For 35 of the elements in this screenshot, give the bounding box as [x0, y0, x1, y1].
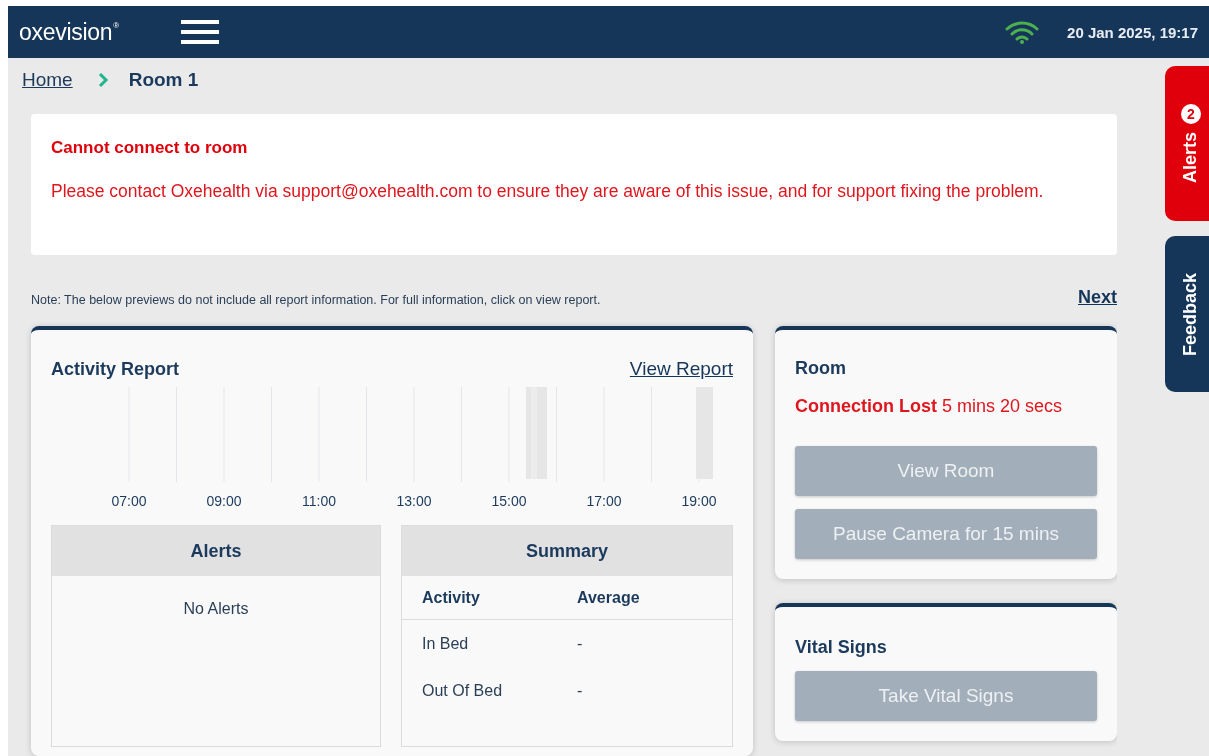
- note-text: Note: The below previews do not include all report information. For full information, click on view report.: [31, 293, 601, 308]
- table-cell-text: -: [577, 634, 584, 653]
- connection-status: Connection Lost 5 mins 20 secs: [795, 396, 1064, 417]
- panel-header: Summary: [402, 526, 732, 576]
- axis-label: 11:00: [302, 493, 336, 509]
- card-title: Activity Report: [51, 358, 180, 380]
- table-cell-text: In Bed: [422, 634, 470, 653]
- axis-label: 13:00: [396, 493, 432, 509]
- axis-label: 19:00: [681, 493, 717, 509]
- card-title: Vital Signs: [795, 637, 888, 658]
- breadcrumb-current: Room 1: [128, 69, 199, 92]
- chevron-icon: [96, 72, 109, 89]
- column-header: Average: [577, 588, 641, 607]
- date-time: 20 Jan 2025, 19:17: [1067, 23, 1198, 41]
- error-message: Please contact Oxehealth via support@oxehealth.com to ensure they are aware of this issue, and for support fixing the problem.: [51, 179, 1045, 203]
- axis-label: 07:00: [111, 493, 147, 509]
- empty-message: No Alerts: [182, 599, 250, 619]
- card-title: Room: [795, 358, 847, 379]
- view-report-link[interactable]: View Report: [629, 358, 733, 380]
- axis-label: 09:00: [206, 493, 242, 509]
- feedback-tab[interactable]: Feedback: [1165, 236, 1209, 392]
- wifi-icon: [1005, 20, 1040, 44]
- menu-icon[interactable]: [181, 20, 219, 44]
- column-header: Activity: [422, 588, 481, 607]
- table-cell-text: Out Of Bed: [422, 681, 504, 700]
- logo[interactable]: oxevision$^{®}$: [19, 18, 119, 45]
- axis-label: 15:00: [491, 493, 527, 509]
- breadcrumb-link[interactable]: Home: [22, 69, 73, 92]
- error-title: Cannot connect to room: [51, 137, 249, 158]
- table-cell-text: -: [577, 681, 584, 700]
- panel-header: Alerts: [52, 526, 380, 576]
- alerts-tab[interactable]: Alerts 2: [1165, 66, 1209, 221]
- count-badge: 2: [1181, 104, 1201, 124]
- next-link[interactable]: Next: [1078, 287, 1117, 308]
- axis-label: 17:00: [586, 493, 622, 509]
